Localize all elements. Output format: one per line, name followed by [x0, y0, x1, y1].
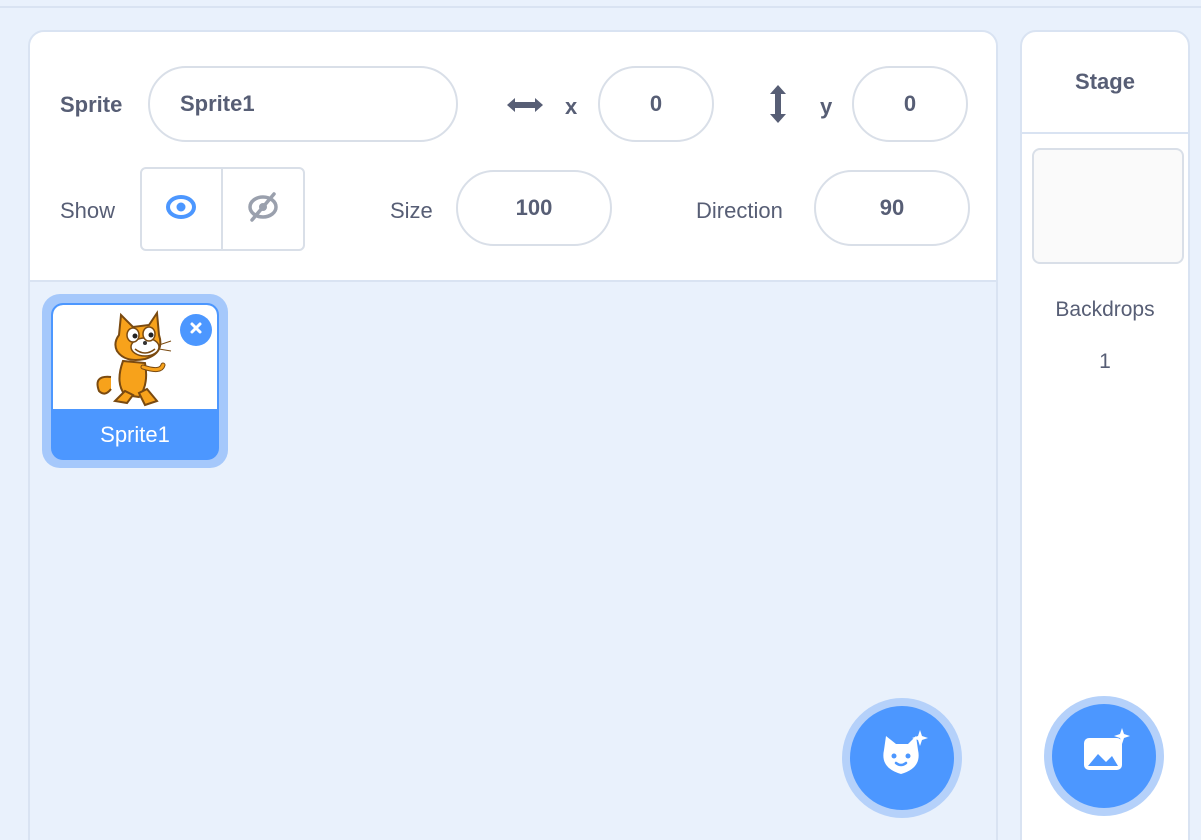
stage-title: Stage [1022, 32, 1188, 134]
stage-thumbnail[interactable] [1032, 148, 1184, 264]
vertical-arrow-icon [766, 82, 790, 126]
add-backdrop-button[interactable] [1052, 704, 1156, 808]
sprite-label: Sprite [60, 92, 123, 117]
direction-input[interactable]: 90 [814, 170, 970, 246]
size-input[interactable]: 100 [456, 170, 612, 246]
x-label: x [565, 94, 578, 119]
top-border [0, 0, 1201, 8]
sprite-pane: Sprite Sprite1 x 0 y 0 Show Size 100 Dir… [28, 30, 998, 840]
x-input[interactable]: 0 [598, 66, 714, 142]
cat-add-icon [874, 728, 930, 789]
add-sprite-button[interactable] [850, 706, 954, 810]
close-icon [189, 321, 203, 340]
hide-button[interactable] [223, 169, 304, 249]
y-input[interactable]: 0 [852, 66, 968, 142]
show-button[interactable] [142, 169, 223, 249]
show-toggle-group [140, 167, 305, 251]
backdrops-count: 1 [1099, 350, 1111, 373]
delete-sprite-button[interactable] [180, 314, 212, 346]
eye-hidden-icon [246, 191, 280, 227]
sprite-name-input[interactable]: Sprite1 [148, 66, 458, 142]
backdrops-label: Backdrops [1055, 298, 1155, 321]
eye-icon [165, 194, 197, 225]
sprite-info-panel: Sprite Sprite1 x 0 y 0 Show Size 100 Dir… [30, 32, 996, 282]
size-label: Size [390, 198, 433, 223]
image-add-icon [1076, 726, 1132, 787]
show-label: Show [60, 198, 116, 223]
horizontal-arrow-icon [504, 92, 546, 118]
sprite-tile-label: Sprite1 [100, 421, 170, 447]
y-label: y [820, 94, 833, 119]
direction-label: Direction [696, 198, 783, 223]
